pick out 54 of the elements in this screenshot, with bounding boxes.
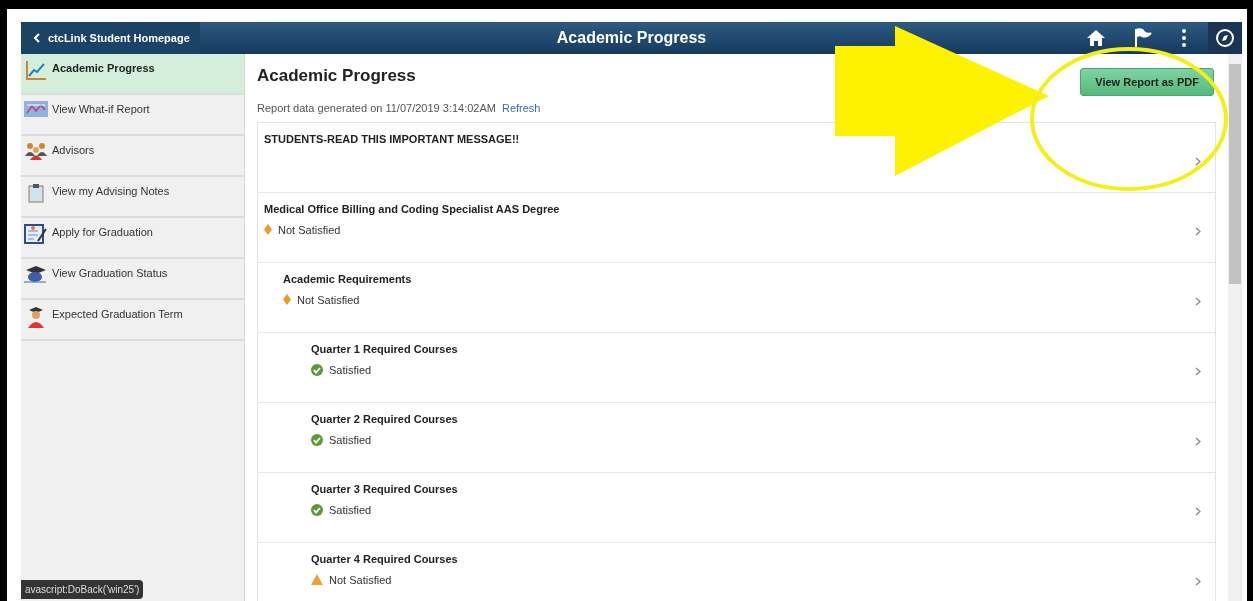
chevron-right-icon xyxy=(1195,367,1201,376)
status-text: Not Satisfied xyxy=(329,572,392,588)
view-pdf-button[interactable]: View Report as PDF xyxy=(1080,68,1214,96)
requirement-title: Medical Office Billing and Coding Specialist AAS Degree xyxy=(264,202,561,217)
graduate-icon xyxy=(27,306,45,328)
line-chart-icon xyxy=(25,60,47,80)
status-text: Satisfied xyxy=(329,502,372,518)
requirement-row[interactable]: Quarter 3 Required Courses Satisfied xyxy=(258,473,1215,543)
report-icon xyxy=(24,101,48,117)
requirement-title: STUDENTS-READ THIS IMPORTANT MESSAGE!! xyxy=(264,132,521,147)
status-text: Satisfied xyxy=(329,432,372,448)
sidebar-item[interactable]: Academic Progress xyxy=(21,54,244,95)
form-pen-icon xyxy=(24,224,48,244)
flag-icon[interactable] xyxy=(1134,28,1152,48)
compass-icon xyxy=(1215,28,1235,48)
requirement-row[interactable]: Quarter 1 Required Courses Satisfied xyxy=(258,333,1215,403)
sidebar-item[interactable]: Advisors xyxy=(21,136,244,177)
more-menu-icon[interactable] xyxy=(1182,29,1186,47)
status-text: Satisfied xyxy=(329,362,372,378)
page-title: Academic Progress xyxy=(556,28,707,48)
requirement-row[interactable]: Quarter 2 Required Courses Satisfied xyxy=(258,403,1215,473)
content-title: Academic Progress xyxy=(257,65,417,87)
requirement-title: Quarter 1 Required Courses xyxy=(311,342,459,357)
home-icon[interactable] xyxy=(1086,29,1106,47)
refresh-link[interactable]: Refresh xyxy=(501,99,541,116)
back-button[interactable]: ctcLink Student Homepage xyxy=(21,22,200,54)
chevron-right-icon xyxy=(1195,507,1201,516)
requirement-row[interactable]: Academic Requirements Not Satisfied xyxy=(258,263,1215,333)
status-text: Not Satisfied xyxy=(297,292,360,308)
sidebar-item[interactable]: View What-if Report xyxy=(21,95,244,136)
status-tooltip: avascript:DoBack('win25') xyxy=(21,580,144,599)
sidebar-item[interactable]: View Graduation Status xyxy=(21,259,244,300)
sidebar-item[interactable]: View my Advising Notes xyxy=(21,177,244,218)
sidebar-item[interactable]: Apply for Graduation xyxy=(21,218,244,259)
people-icon xyxy=(25,142,47,160)
report-date-text: Report data generated on 11/07/2019 3:14:02AM xyxy=(257,100,496,116)
clipboard-icon xyxy=(28,183,44,203)
requirement-title: Quarter 4 Required Courses xyxy=(311,552,459,567)
requirement-row[interactable]: Quarter 4 Required Courses Not Satisfied xyxy=(258,543,1215,601)
chevron-right-icon xyxy=(1195,577,1201,586)
requirement-title: Quarter 3 Required Courses xyxy=(311,482,459,497)
chevron-right-icon xyxy=(1195,157,1201,166)
back-chevron-icon xyxy=(33,33,40,43)
chevron-right-icon xyxy=(1195,227,1201,236)
status-text: Not Satisfied xyxy=(278,222,341,238)
requirement-title: Academic Requirements xyxy=(283,272,413,287)
scrollbar-thumb[interactable] xyxy=(1229,64,1241,284)
chevron-right-icon xyxy=(1195,437,1201,446)
graduation-cap-icon xyxy=(24,265,48,283)
requirement-row[interactable]: Medical Office Billing and Coding Specialist AAS Degree Not Satisfied xyxy=(258,193,1215,263)
chevron-right-icon xyxy=(1195,297,1201,306)
requirement-title: Quarter 2 Required Courses xyxy=(311,412,459,427)
sidebar-item[interactable]: Expected Graduation Term xyxy=(21,300,244,341)
navigator-button[interactable] xyxy=(1208,22,1242,54)
